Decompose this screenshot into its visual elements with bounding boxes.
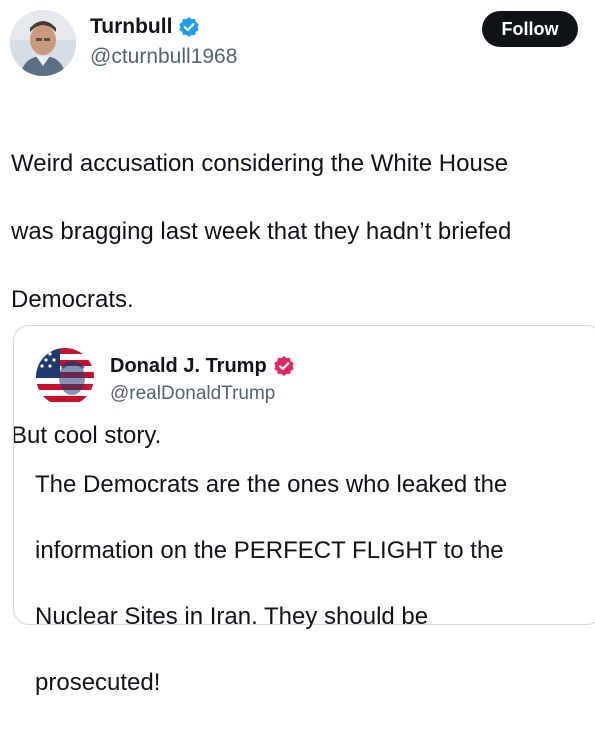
follow-button[interactable]: Follow <box>482 11 578 47</box>
tweet-text-line: was bragging last week that they hadn’t … <box>11 218 512 245</box>
author-name-row: Turnbull <box>90 14 200 40</box>
tweet: Turnbull @cturnbull1968 Follow Weird acc… <box>0 0 595 696</box>
quoted-text-line: prosecuted! <box>35 669 161 696</box>
quoted-avatar[interactable] <box>36 348 94 406</box>
quoted-tweet-card[interactable]: Donald J. Trump @realDonaldTrump The Dem… <box>13 325 595 696</box>
quoted-text-line: The Democrats are the ones who leaked th… <box>35 471 508 498</box>
author-display-name[interactable]: Turnbull <box>90 14 172 40</box>
verified-badge-icon <box>179 17 200 37</box>
verified-badge-icon <box>273 356 294 376</box>
quoted-handle[interactable]: @realDonaldTrump <box>110 382 275 406</box>
author-handle[interactable]: @cturnbull1968 <box>90 44 237 70</box>
flag-portrait-avatar-icon <box>36 348 94 406</box>
quoted-text-line: Nuclear Sites in Iran. They should be <box>35 603 429 630</box>
quoted-text-line: information on the PERFECT FLIGHT to the <box>35 537 504 564</box>
quoted-display-name[interactable]: Donald J. Trump <box>110 353 267 379</box>
author-avatar[interactable] <box>10 10 76 76</box>
tweet-text-line: Democrats. <box>11 286 134 313</box>
quoted-name-row: Donald J. Trump <box>110 353 295 379</box>
avatar-photo-icon <box>10 10 76 76</box>
tweet-text-line: Weird accusation considering the White H… <box>11 150 509 177</box>
quoted-tweet-text: The Democrats are the ones who leaked th… <box>35 435 575 732</box>
